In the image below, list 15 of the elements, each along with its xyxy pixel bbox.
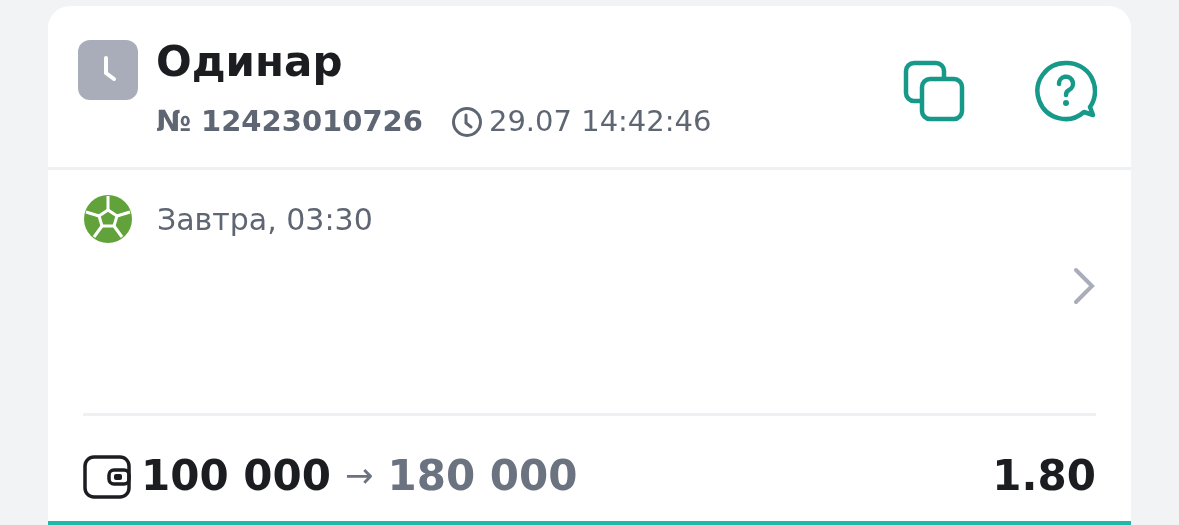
- copy-icon[interactable]: [903, 60, 965, 122]
- soccer-ball-icon: [83, 194, 133, 244]
- arrow-text: →: [344, 454, 374, 497]
- bet-time: 29.07 14:42:46: [488, 103, 712, 140]
- event-time: Завтра, 03:30: [157, 200, 373, 239]
- clock-icon: [78, 40, 138, 100]
- clock-icon: [450, 105, 483, 138]
- bet-number: № 12423010726: [156, 103, 423, 140]
- stake-amount: 100 000: [141, 450, 331, 502]
- bet-type-title: Одинар: [156, 36, 344, 88]
- odds-value: 1.80: [992, 450, 1096, 502]
- wallet-icon: [83, 452, 131, 499]
- chevron-right-icon[interactable]: [1072, 266, 1096, 306]
- help-icon[interactable]: [1035, 60, 1097, 122]
- payout-amount: 180 000: [387, 450, 578, 502]
